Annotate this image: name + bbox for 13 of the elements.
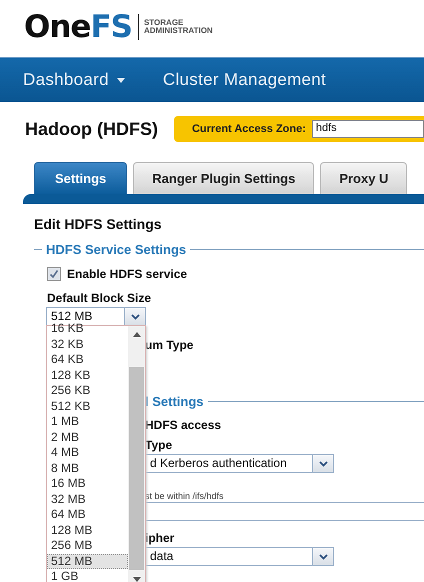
logo: OneFS	[24, 12, 132, 42]
field-label: Default Block Size	[47, 291, 152, 305]
checkbox-label: HDFS access	[145, 418, 222, 432]
checkbox-label: Enable HDFS service	[67, 267, 188, 281]
section-heading: Edit HDFS Settings	[34, 216, 163, 232]
field-label: Type	[145, 438, 174, 452]
fieldset-legend: HDFS Service Settings	[46, 242, 186, 257]
page-title: Hadoop (HDFS)	[25, 118, 158, 140]
field-label: ipher	[145, 531, 176, 545]
logo-subtitle: STORAGE ADMINISTRATION	[144, 19, 213, 35]
fieldset-legend: l Settings	[145, 394, 204, 409]
field-label: um Type	[145, 338, 194, 352]
access-zone-label: Current Access Zone:	[192, 123, 306, 135]
